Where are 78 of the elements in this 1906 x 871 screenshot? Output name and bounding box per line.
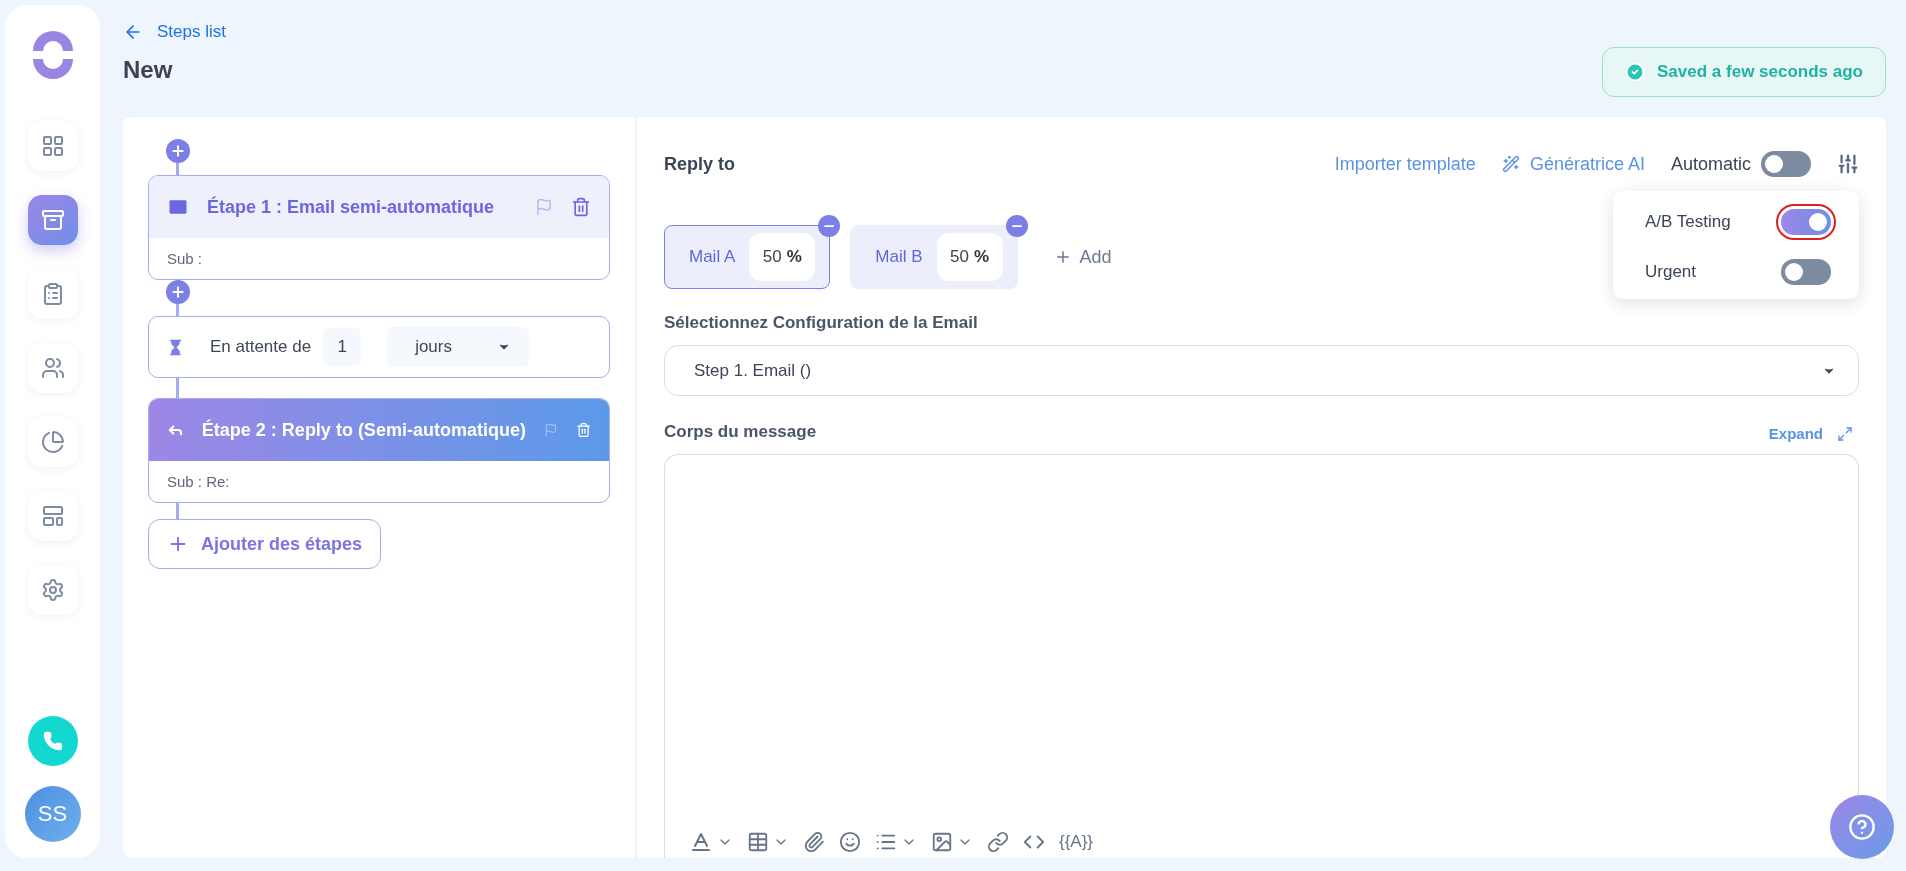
users-icon [40, 356, 65, 380]
sliders-button[interactable] [1837, 153, 1859, 175]
add-steps-button[interactable]: Ajouter des étapes [148, 519, 382, 569]
emoji-button[interactable] [839, 831, 861, 853]
step-card[interactable]: Étape 1 : Email semi-automatique Sub : [148, 175, 610, 280]
tray-icon [40, 208, 65, 232]
image-icon [931, 831, 953, 853]
body-label: Corps du message [664, 422, 817, 442]
add-step-button[interactable] [166, 139, 190, 163]
link-button[interactable] [987, 831, 1009, 853]
attachment-button[interactable] [803, 831, 825, 853]
percent-sign: % [786, 247, 802, 267]
step-title: Étape 1 : Email semi-automatique [207, 196, 496, 218]
editor-title: Reply to [664, 153, 736, 175]
add-step-button[interactable] [166, 280, 190, 304]
share-value: 50 [950, 247, 969, 267]
phone-button[interactable] [27, 716, 78, 766]
magic-wand-icon [1501, 155, 1520, 173]
step-title: Étape 2 : Reply to (Semi-automatique) [201, 419, 526, 441]
nav-button[interactable] [27, 491, 78, 541]
step-subject: Sub : Re: [166, 472, 231, 492]
remove-variant-button[interactable] [1005, 215, 1028, 237]
plus-icon [170, 284, 186, 300]
expand-icon [1837, 425, 1853, 442]
variant-label: Mail A [689, 247, 736, 267]
wait-label: En attente de [210, 337, 312, 357]
saved-status: Saved a few seconds ago [1602, 47, 1886, 97]
variable-button[interactable]: {{A}} [1059, 832, 1094, 852]
config-select[interactable]: Step 1. Email () [664, 345, 1859, 396]
step-subject: Sub : [166, 249, 204, 269]
option-toggle[interactable] [1781, 259, 1831, 285]
nav-button[interactable] [27, 417, 78, 467]
automatic-toggle[interactable] [1761, 151, 1811, 177]
phone-icon [42, 731, 63, 751]
option-label: Urgent [1645, 262, 1697, 282]
check-circle-icon [1625, 62, 1646, 82]
nav-button[interactable] [27, 565, 78, 615]
help-icon [1848, 813, 1876, 841]
table-icon [747, 831, 769, 853]
share-field[interactable]: 50 % [936, 233, 1003, 281]
share-field[interactable]: 50 % [749, 233, 816, 281]
percent-sign: % [973, 247, 990, 267]
text-color-icon [689, 830, 713, 854]
trash-icon[interactable] [575, 420, 591, 440]
option-label: A/B Testing [1645, 212, 1731, 232]
back-link[interactable]: Steps list [123, 22, 226, 42]
paperclip-icon [803, 831, 825, 853]
import-template-link[interactable]: Importer template [1334, 153, 1476, 175]
mail-variant-tab[interactable]: Mail A 50 % [664, 225, 831, 289]
remove-variant-button[interactable] [818, 215, 841, 237]
trash-icon[interactable] [571, 197, 591, 217]
nav-button[interactable] [27, 343, 78, 393]
share-value: 50 [762, 247, 782, 267]
page-title: New [123, 56, 174, 84]
sliders-icon [1837, 153, 1859, 175]
unit-select[interactable]: jours [387, 327, 530, 367]
hourglass-icon [167, 338, 184, 356]
pie-chart-icon [40, 430, 65, 454]
nav-button[interactable] [27, 195, 78, 245]
variant-label: Mail B [875, 247, 923, 267]
add-variant-button[interactable]: Add [1047, 245, 1118, 269]
automatic-label: Automatic [1670, 153, 1751, 175]
plus-icon [170, 143, 186, 159]
nav-button[interactable] [27, 269, 78, 319]
mail-variant-tab[interactable]: Mail B 50 % [850, 225, 1018, 289]
select-value: Step 1. Email () [694, 360, 812, 381]
settings-icon [40, 578, 65, 602]
unit-value: jours [415, 337, 452, 357]
ai-generator-link[interactable]: Génératrice AI [1501, 153, 1645, 175]
dashboard-icon [40, 134, 65, 158]
days-count-field[interactable]: 1 [323, 328, 362, 366]
nav-button[interactable] [27, 121, 78, 171]
step-card[interactable]: Étape 2 : Reply to (Semi-automatique) Sub : Re: [148, 398, 610, 503]
link-icon [987, 831, 1009, 853]
layout-icon [40, 504, 65, 528]
smiley-icon [839, 831, 861, 853]
config-label: Sélectionnez Configuration de la Email [664, 313, 979, 333]
expand-link[interactable]: Expand [1768, 425, 1853, 442]
